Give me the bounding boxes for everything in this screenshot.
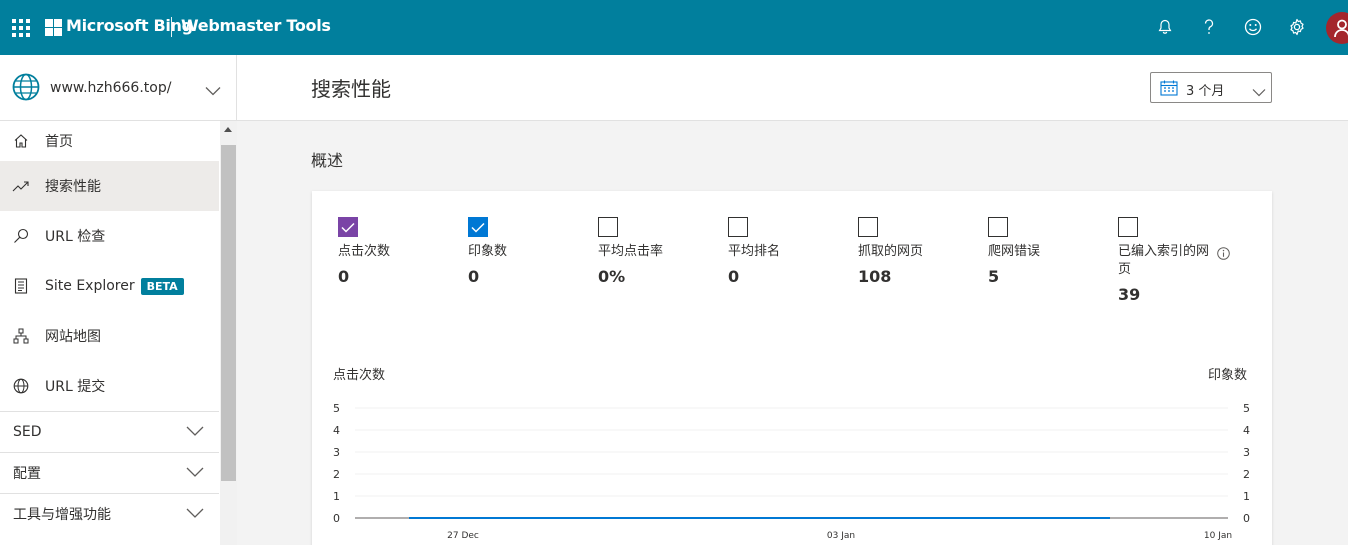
chevron-down-icon[interactable] — [186, 507, 204, 523]
y-tick-left: 0 — [333, 512, 340, 525]
sidebar-scrollbar[interactable] — [220, 121, 237, 545]
brand-divider — [171, 17, 172, 37]
section-title-overview: 概述 — [311, 151, 344, 170]
chevron-down-icon[interactable] — [186, 466, 204, 482]
avatar-icon[interactable] — [1326, 12, 1348, 44]
date-range-value: 3 个月 — [1186, 84, 1225, 99]
y-tick-right: 3 — [1243, 446, 1250, 459]
sidebar-item-label: URL 检查 — [45, 229, 106, 245]
beta-badge: BETA — [140, 277, 184, 295]
site-url: www.hzh666.top/ — [50, 80, 172, 96]
y-tick-left: 1 — [333, 490, 340, 503]
bell-icon[interactable] — [1153, 15, 1177, 39]
sidebar-group-label: 配置 — [13, 466, 41, 482]
date-range-dropdown[interactable]: 3 个月 — [1150, 72, 1272, 103]
sidebar-item-url-inspection[interactable]: URL 检查 — [0, 211, 219, 261]
sidebar-item-site-explorer[interactable]: Site Explorer BETA — [0, 261, 219, 311]
brand-name[interactable]: Microsoft Bing — [66, 16, 193, 35]
document-icon — [12, 277, 30, 295]
sidebar-item-search-performance[interactable]: 搜索性能 — [0, 161, 219, 211]
sidebar-item-label: 首页 — [45, 134, 73, 150]
chevron-down-icon — [1252, 82, 1266, 101]
y-tick-right: 4 — [1243, 424, 1250, 437]
y-tick-left: 3 — [333, 446, 340, 459]
sidebar-item-label: 搜索性能 — [45, 179, 101, 195]
overview-card: 点击次数 0 印象数 0 平均点击率 0% 平均排名 0 抓取的网页 108 爬… — [312, 191, 1272, 545]
sidebar-group-label: SED — [13, 424, 42, 440]
sidebar-group-config[interactable]: 配置 — [0, 452, 219, 493]
sidebar-group-tools[interactable]: 工具与增强功能 — [0, 493, 219, 534]
home-icon — [12, 132, 30, 150]
y-tick-right: 5 — [1243, 402, 1250, 415]
site-selector[interactable]: www.hzh666.top/ — [0, 55, 237, 121]
sidebar-item-label: Site Explorer — [45, 278, 135, 294]
y-tick-left: 5 — [333, 402, 340, 415]
microsoft-logo-icon — [45, 19, 62, 36]
sidebar-item-sitemaps[interactable]: 网站地图 — [0, 311, 219, 361]
scroll-up-arrow-icon[interactable] — [224, 127, 232, 132]
x-tick-label: 10 Jan — [1204, 531, 1232, 541]
chevron-down-icon[interactable] — [205, 81, 221, 100]
globe-icon — [12, 377, 30, 395]
x-tick-label: 03 Jan — [827, 531, 855, 541]
search-icon — [12, 227, 30, 245]
y-tick-left: 2 — [333, 468, 340, 481]
help-icon[interactable] — [1197, 15, 1221, 39]
y-tick-right: 1 — [1243, 490, 1250, 503]
trend-icon — [12, 177, 30, 195]
sidebar-item-home[interactable]: 首页 — [0, 121, 219, 161]
sidebar: www.hzh666.top/ 首页 搜索性能 URL 检查 Site Expl… — [0, 55, 237, 545]
sidebar-nav: 首页 搜索性能 URL 检查 Site Explorer BETA 网站地图 U… — [0, 121, 219, 534]
apps-waffle-icon[interactable] — [12, 19, 30, 37]
sidebar-group-sed[interactable]: SED — [0, 411, 219, 452]
sidebar-item-label: 网站地图 — [45, 329, 101, 345]
chevron-down-icon[interactable] — [186, 425, 204, 441]
y-tick-left: 4 — [333, 424, 340, 437]
performance-chart: 5 5 4 4 3 3 2 2 1 1 0 0 27 Dec 03 Jan 10 Jan — [333, 402, 1250, 541]
sidebar-group-label: 工具与增强功能 — [13, 507, 111, 523]
gear-icon[interactable] — [1285, 15, 1309, 39]
scrollbar-thumb[interactable] — [221, 145, 236, 481]
sidebar-item-label: URL 提交 — [45, 379, 106, 395]
sitemap-icon — [12, 327, 30, 345]
top-bar: Microsoft Bing Webmaster Tools — [0, 0, 1348, 55]
x-tick-label: 27 Dec — [447, 531, 479, 541]
y-tick-right: 2 — [1243, 468, 1250, 481]
feedback-smile-icon[interactable] — [1241, 15, 1265, 39]
product-name[interactable]: Webmaster Tools — [181, 16, 331, 35]
page-title: 搜索性能 — [311, 77, 391, 101]
calendar-icon — [1160, 80, 1178, 100]
y-tick-right: 0 — [1243, 512, 1250, 525]
sidebar-item-url-submission[interactable]: URL 提交 — [0, 361, 219, 411]
site-globe-icon — [12, 73, 40, 105]
